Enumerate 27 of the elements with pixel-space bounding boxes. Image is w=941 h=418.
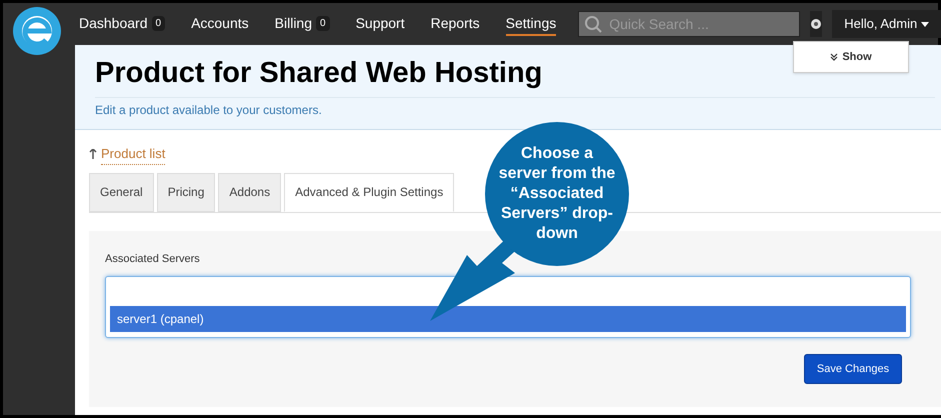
tab[interactable]: Addons: [218, 172, 282, 212]
count-badge: 0: [152, 16, 166, 30]
tab[interactable]: Pricing: [156, 172, 216, 212]
user-menu-button[interactable]: Hello, Admin: [832, 10, 941, 38]
count-badge: 0: [316, 16, 330, 30]
select-option[interactable]: server1 (cpanel): [110, 306, 906, 332]
tab[interactable]: Advanced & Plugin Settings: [284, 172, 454, 212]
nav-link[interactable]: Billing 0: [274, 12, 330, 36]
tab[interactable]: General: [89, 172, 154, 212]
nav-link[interactable]: Support: [356, 12, 405, 36]
select-list[interactable]: server1 (cpanel): [105, 276, 911, 338]
nav-link[interactable]: Dashboard 0: [79, 12, 166, 36]
up-arrow-icon: [89, 149, 97, 160]
page-title: Product for Shared Web Hosting: [95, 59, 544, 88]
double-chevron-icon: [830, 52, 838, 61]
caret-icon: [921, 22, 930, 26]
search-icon: [583, 14, 604, 34]
save-button[interactable]: Save Changes: [804, 354, 902, 384]
field-label: Associated Servers: [105, 252, 201, 266]
nav-link[interactable]: Settings: [506, 12, 556, 36]
nav-link[interactable]: Accounts: [191, 12, 249, 36]
nav-link[interactable]: Reports: [430, 12, 480, 36]
show-button[interactable]: Show: [793, 41, 909, 73]
settings-button[interactable]: [810, 11, 822, 37]
page-subtitle: Edit a product available to your customers.: [95, 97, 935, 119]
gear-icon: [810, 18, 822, 30]
logo-icon: [11, 5, 63, 57]
